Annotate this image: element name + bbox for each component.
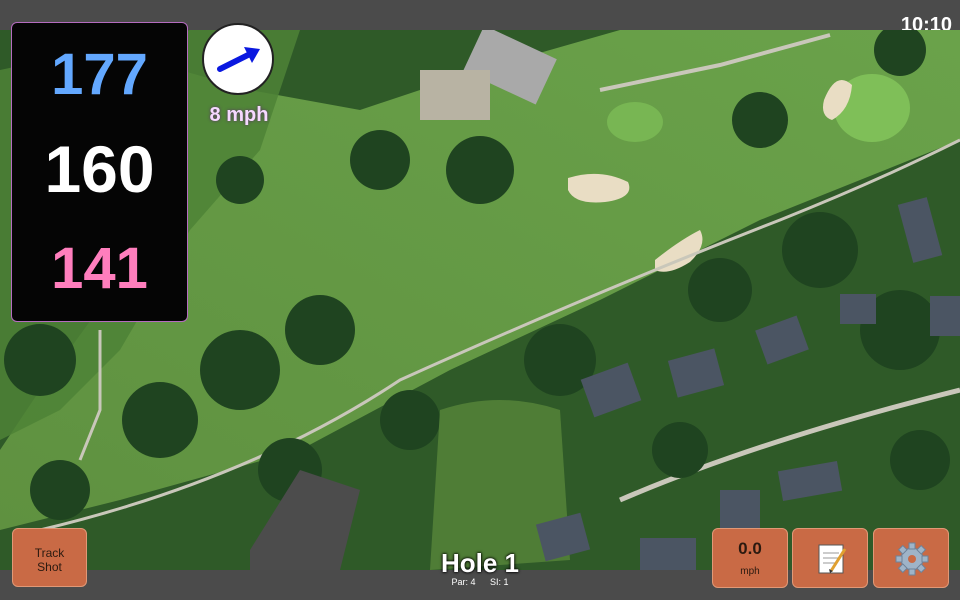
hole-info: Par: 4 SI: 1 [380,577,580,587]
speed-value: 0.0 [738,539,762,558]
notepad-icon [818,544,847,574]
wind-indicator [202,23,274,95]
hole-title[interactable]: Hole 1 [380,548,580,579]
back-distance: 177 [51,42,148,107]
settings-button[interactable] [873,528,949,588]
wind-speed: 8 mph [209,104,269,126]
track-shot-label-line2: Shot [37,560,62,574]
gear-icon [895,542,929,576]
front-distance: 141 [51,236,148,301]
track-shot-button[interactable]: Track Shot [12,528,87,587]
hole-stroke-index: SI: 1 [490,577,509,587]
wind-direction-arrow-icon [217,47,260,72]
track-shot-label-line1: Track [34,546,65,560]
speed-button[interactable]: 0.0 mph [712,528,788,588]
speed-unit: mph [740,566,760,577]
distance-panel: 177 160 141 [11,22,188,322]
middle-distance: 160 [44,132,155,206]
hole-par: Par: 4 [451,577,476,587]
notes-button[interactable] [792,528,868,588]
